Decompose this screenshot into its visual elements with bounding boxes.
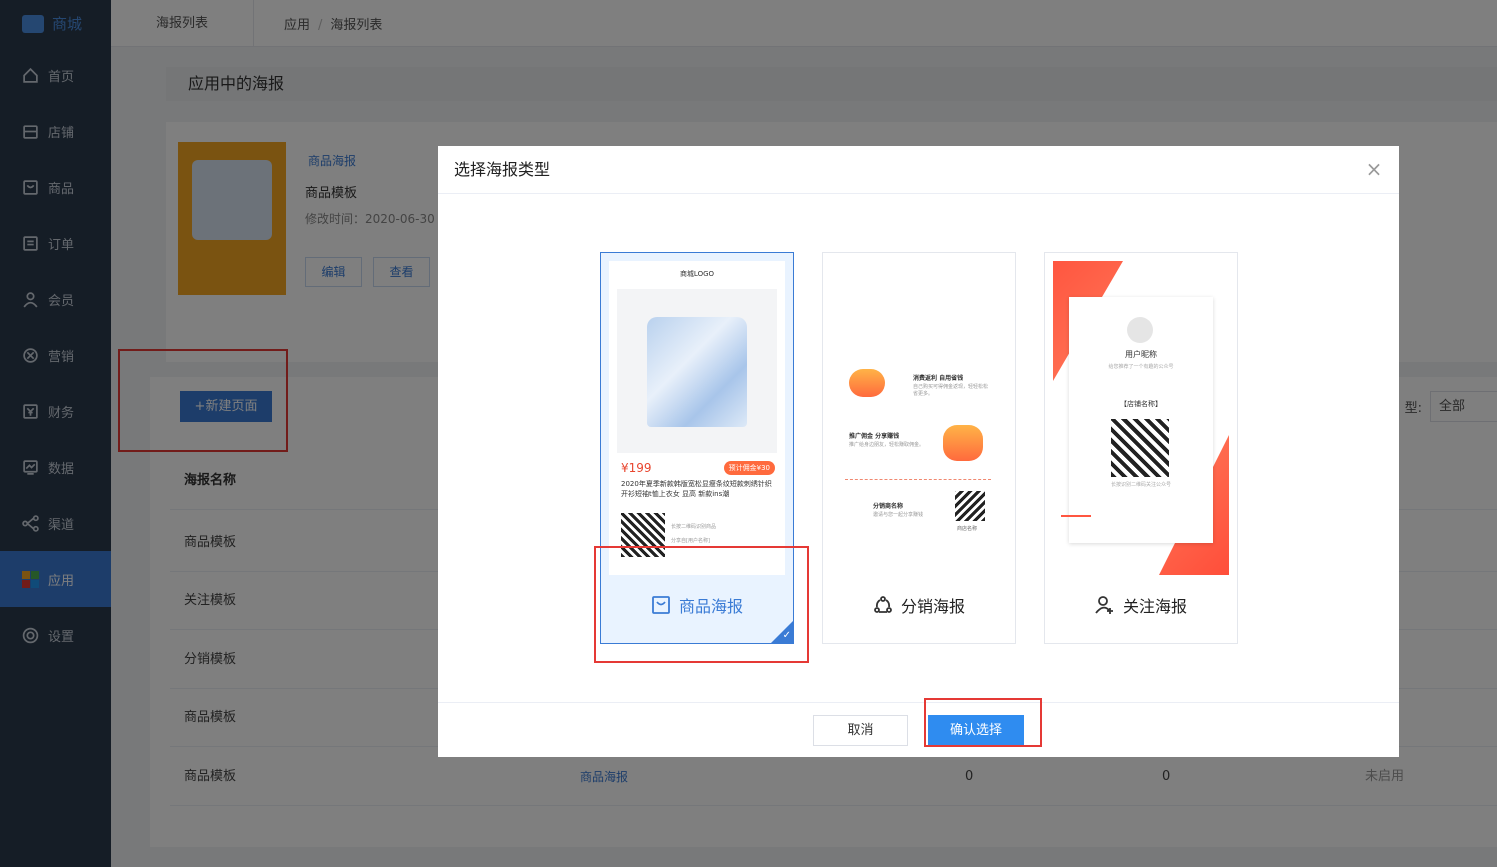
shirt-image [647, 317, 747, 427]
close-icon[interactable]: × [1363, 158, 1385, 180]
highlight-box [594, 546, 809, 663]
preview-shop-name: 【店铺名称】 [1120, 400, 1162, 408]
preview-line: 分销商名称 [873, 503, 904, 510]
highlight-box [924, 698, 1042, 747]
option-label: 分销海报 [823, 593, 1015, 617]
preview-hint: 长按二维码识别商品 [671, 524, 717, 530]
dialog-footer: 取消 确认选择 [438, 702, 1399, 757]
option-label: 关注海报 [1045, 593, 1237, 617]
option-follow-poster[interactable]: 用户昵称 给您推荐了一个有趣的公众号 【店铺名称】 长按识别二维码关注公众号 关… [1044, 252, 1238, 644]
preview-logo: 商城LOGO [901, 270, 937, 278]
preview-card: 用户昵称 给您推荐了一个有趣的公众号 【店铺名称】 长按识别二维码关注公众号 [1069, 297, 1213, 543]
decorative-line [1061, 515, 1091, 517]
preview-line-sub: 邀请与您一起分享赚钱 [873, 512, 924, 518]
preview-line-sub: 自己购买可得佣金返现，轻轻松松省更多。 [913, 384, 989, 397]
option-label-text: 关注海报 [1122, 597, 1187, 616]
product-photo [617, 289, 777, 453]
goods-poster-preview: 商城LOGO ¥199 预计佣金¥30 2020年夏季新款韩版宽松显瘦条纹短款刺… [609, 261, 785, 575]
option-distribution-poster[interactable]: 商城LOGO 自用省钱 分享赚钱 消费返利 自用省钱 自己购买可得佣金返现，轻轻… [822, 252, 1016, 644]
preview-line: 推广佣金 分享赚钱 [849, 433, 900, 440]
distribution-poster-preview: 商城LOGO 自用省钱 分享赚钱 消费返利 自用省钱 自己购买可得佣金返现，轻轻… [831, 261, 1007, 575]
avatar-icon [1127, 317, 1153, 343]
person-illustration-icon [943, 425, 983, 461]
preview-subtitle: 给您推荐了一个有趣的公众号 [1108, 364, 1174, 370]
qr-caption: 长按识别二维码关注公众号 [1110, 482, 1171, 488]
preview-logo: 商城LOGO [679, 270, 715, 278]
preview-hint: 分享自[用户名称] [671, 538, 710, 544]
dialog-title: 选择海报类型 [438, 146, 1399, 194]
preview-nickname: 用户昵称 [1125, 350, 1157, 359]
preview-title: 自用省钱 分享赚钱 [843, 298, 995, 318]
follow-user-icon [1095, 596, 1113, 614]
qr-code-icon [1111, 419, 1169, 477]
qr-code-icon [955, 491, 985, 521]
distribution-icon [874, 596, 892, 613]
select-poster-type-dialog: 选择海报类型 × 商城LOGO ¥199 预计佣金¥30 2020年夏季新款韩版… [438, 146, 1399, 757]
cancel-button[interactable]: 取消 [813, 715, 908, 746]
follow-poster-preview: 用户昵称 给您推荐了一个有趣的公众号 【店铺名称】 长按识别二维码关注公众号 [1053, 261, 1229, 575]
preview-line-sub: 推广给身边朋友，轻松赚取佣金。 [849, 442, 925, 448]
divider [845, 479, 991, 480]
qr-caption: 商店名称 [957, 526, 978, 532]
preview-price: ¥199 [621, 461, 652, 475]
product-description: 2020年夏季新款韩版宽松显瘦条纹短款刺绣针织开衫短袖t恤上衣女 显高 新款in… [621, 480, 772, 498]
commission-pill: 预计佣金¥30 [723, 461, 775, 475]
preview-line: 消费返利 自用省钱 [913, 375, 964, 382]
preview-card: 消费返利 自用省钱 自己购买可得佣金返现，轻轻松松省更多。 推广佣金 分享赚钱 … [839, 349, 997, 545]
option-label-text: 分销海报 [900, 597, 965, 616]
coins-illustration-icon [849, 369, 885, 397]
